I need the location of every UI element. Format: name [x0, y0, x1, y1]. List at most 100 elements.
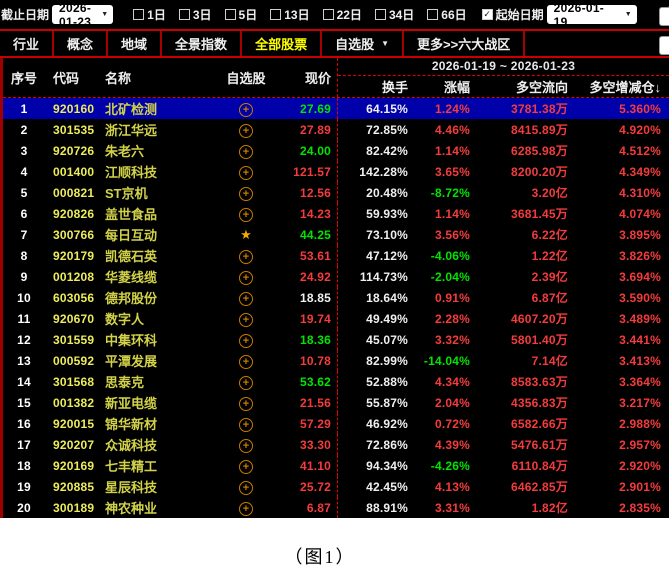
start-date-select[interactable]: 2026-01-19 ▼ — [547, 5, 637, 24]
add-favorite-icon[interactable]: + — [239, 187, 253, 201]
cell-fav: + — [215, 373, 277, 391]
start-date-checkbox[interactable]: ✓ — [482, 9, 493, 20]
add-favorite-icon[interactable]: + — [239, 418, 253, 432]
table-row[interactable]: 2 301535 浙江华远 + 27.89 72.85% 4.46% 8415.… — [3, 119, 669, 140]
end-date-label: 截止日期 — [1, 6, 49, 23]
cell-name: 星辰科技 — [103, 477, 215, 496]
cell-price: 6.87 — [277, 501, 337, 515]
checkbox[interactable] — [179, 9, 190, 20]
add-favorite-icon[interactable]: + — [239, 313, 253, 327]
add-favorite-icon[interactable]: + — [239, 124, 253, 138]
add-favorite-icon[interactable]: + — [239, 292, 253, 306]
period-checkbox-group[interactable]: 34日 — [375, 6, 414, 23]
add-favorite-icon[interactable]: + — [239, 439, 253, 453]
table-row[interactable]: 7 300766 每日互动 ★ 44.25 73.10% 3.56% 6.22亿… — [3, 224, 669, 245]
tab[interactable]: 自选股 ▼ — [322, 31, 404, 56]
tab[interactable]: 行业 ▼ — [0, 31, 54, 56]
checkbox[interactable] — [270, 9, 281, 20]
cell-change: -14.04% — [408, 354, 470, 368]
table-row[interactable]: 12 301559 中集环科 + 18.36 45.07% 3.32% 5801… — [3, 329, 669, 350]
header-fav[interactable]: 自选股 — [215, 68, 277, 87]
checkbox[interactable] — [427, 9, 438, 20]
table-row[interactable]: 6 920826 盖世食品 + 14.23 59.93% 1.14% 3681.… — [3, 203, 669, 224]
add-favorite-icon[interactable]: + — [239, 460, 253, 474]
checkbox[interactable] — [375, 9, 386, 20]
end-date-select[interactable]: 2026-01-23 ▼ — [52, 5, 113, 24]
cell-fav: ★ — [215, 226, 277, 244]
table-row[interactable]: 8 920179 凯德石英 + 53.61 47.12% -4.06% 1.22… — [3, 245, 669, 266]
period-checkbox-group[interactable]: 1日 — [133, 6, 166, 23]
table-row[interactable]: 10 603056 德邦股份 + 18.85 18.64% 0.91% 6.87… — [3, 287, 669, 308]
cell-delta: 3.364% — [568, 375, 669, 389]
add-favorite-icon[interactable]: + — [239, 397, 253, 411]
period-checkbox-group[interactable]: 5日 — [225, 6, 258, 23]
add-favorite-icon[interactable]: + — [239, 145, 253, 159]
table-row[interactable]: 16 920015 锦华新材 + 57.29 46.92% 0.72% 6582… — [3, 413, 669, 434]
clipped-button[interactable] — [659, 7, 669, 26]
cell-code: 920169 — [45, 459, 103, 473]
checkbox[interactable] — [225, 9, 236, 20]
period-checkbox-group[interactable]: 3日 — [179, 6, 212, 23]
header-seq[interactable]: 序号 — [3, 68, 45, 87]
tab[interactable]: 更多>>六大战区 ▼ — [404, 31, 525, 56]
cell-fav: + — [215, 205, 277, 223]
add-favorite-icon[interactable]: + — [239, 355, 253, 369]
period-checkbox-group[interactable]: 13日 — [270, 6, 309, 23]
table-rows: 1 920160 北矿检测 + 27.69 64.15% 1.24% 3781.… — [3, 98, 669, 518]
cell-price: 24.00 — [277, 144, 337, 158]
tab[interactable]: 地域 ▼ — [108, 31, 162, 56]
table-row[interactable]: 13 000592 平潭发展 + 10.78 82.99% -14.04% 7.… — [3, 350, 669, 371]
add-favorite-icon[interactable]: + — [239, 208, 253, 222]
table-row[interactable]: 5 000821 ST京机 + 12.56 20.48% -8.72% 3.20… — [3, 182, 669, 203]
header-delta-sorted[interactable]: 多空增减仓↓ — [568, 77, 669, 96]
header-price[interactable]: 现价 — [277, 68, 337, 87]
cell-change: -4.06% — [408, 249, 470, 263]
add-favorite-icon[interactable]: + — [239, 103, 253, 117]
clipped-button[interactable] — [659, 36, 669, 55]
cell-flow: 6110.84万 — [470, 457, 568, 474]
cell-flow: 5801.40万 — [470, 331, 568, 348]
cell-seq: 5 — [3, 186, 45, 200]
add-favorite-icon[interactable]: + — [239, 250, 253, 264]
table-row[interactable]: 1 920160 北矿检测 + 27.69 64.15% 1.24% 3781.… — [3, 98, 669, 119]
header-flow[interactable]: 多空流向 — [470, 77, 568, 96]
cell-code: 920826 — [45, 207, 103, 221]
cell-delta: 4.310% — [568, 186, 669, 200]
cell-delta: 4.920% — [568, 123, 669, 137]
cell-turnover: 59.93% — [338, 207, 408, 221]
table-row[interactable]: 17 920207 众诚科技 + 33.30 72.86% 4.39% 5476… — [3, 434, 669, 455]
add-favorite-icon[interactable]: + — [239, 271, 253, 285]
table-row[interactable]: 4 001400 江顺科技 + 121.57 142.28% 3.65% 820… — [3, 161, 669, 182]
cell-fav: + — [215, 247, 277, 265]
header-name[interactable]: 名称 — [103, 68, 215, 87]
add-favorite-icon[interactable]: + — [239, 334, 253, 348]
table-row[interactable]: 9 001208 华菱线缆 + 24.92 114.73% -2.04% 2.3… — [3, 266, 669, 287]
table-row[interactable]: 18 920169 七丰精工 + 41.10 94.34% -4.26% 611… — [3, 455, 669, 476]
tab[interactable]: 全部股票 ▼ — [242, 31, 322, 56]
table-row[interactable]: 11 920670 数字人 + 19.74 49.49% 2.28% 4607.… — [3, 308, 669, 329]
add-favorite-icon[interactable]: + — [239, 481, 253, 495]
add-favorite-icon[interactable]: + — [239, 502, 253, 516]
cell-flow: 6.87亿 — [470, 289, 568, 306]
header-turnover[interactable]: 换手 — [338, 77, 408, 96]
period-checkbox-group[interactable]: 22日 — [323, 6, 362, 23]
header-change[interactable]: 涨幅 — [408, 77, 470, 96]
add-favorite-icon[interactable]: + — [239, 376, 253, 390]
header-code[interactable]: 代码 — [45, 68, 103, 87]
table-row[interactable]: 3 920726 朱老六 + 24.00 82.42% 1.14% 6285.9… — [3, 140, 669, 161]
period-checkbox-group[interactable]: 66日 — [427, 6, 466, 23]
cell-delta: 3.413% — [568, 354, 669, 368]
table-row[interactable]: 14 301568 思泰克 + 53.62 52.88% 4.34% 8583.… — [3, 371, 669, 392]
add-favorite-icon[interactable]: + — [239, 166, 253, 180]
tab[interactable]: 全景指数 ▼ — [162, 31, 242, 56]
checkbox[interactable] — [323, 9, 334, 20]
cell-flow: 6.22亿 — [470, 226, 568, 243]
cell-seq: 11 — [3, 312, 45, 326]
checkbox[interactable] — [133, 9, 144, 20]
favorite-star-icon[interactable]: ★ — [240, 227, 252, 242]
tab[interactable]: 概念 ▼ — [54, 31, 108, 56]
table-row[interactable]: 15 001382 新亚电缆 + 21.56 55.87% 2.04% 4356… — [3, 392, 669, 413]
cell-name: 锦华新材 — [103, 414, 215, 433]
table-row[interactable]: 20 300189 神农种业 + 6.87 88.91% 3.31% 1.82亿… — [3, 497, 669, 518]
table-row[interactable]: 19 920885 星辰科技 + 25.72 42.45% 4.13% 6462… — [3, 476, 669, 497]
